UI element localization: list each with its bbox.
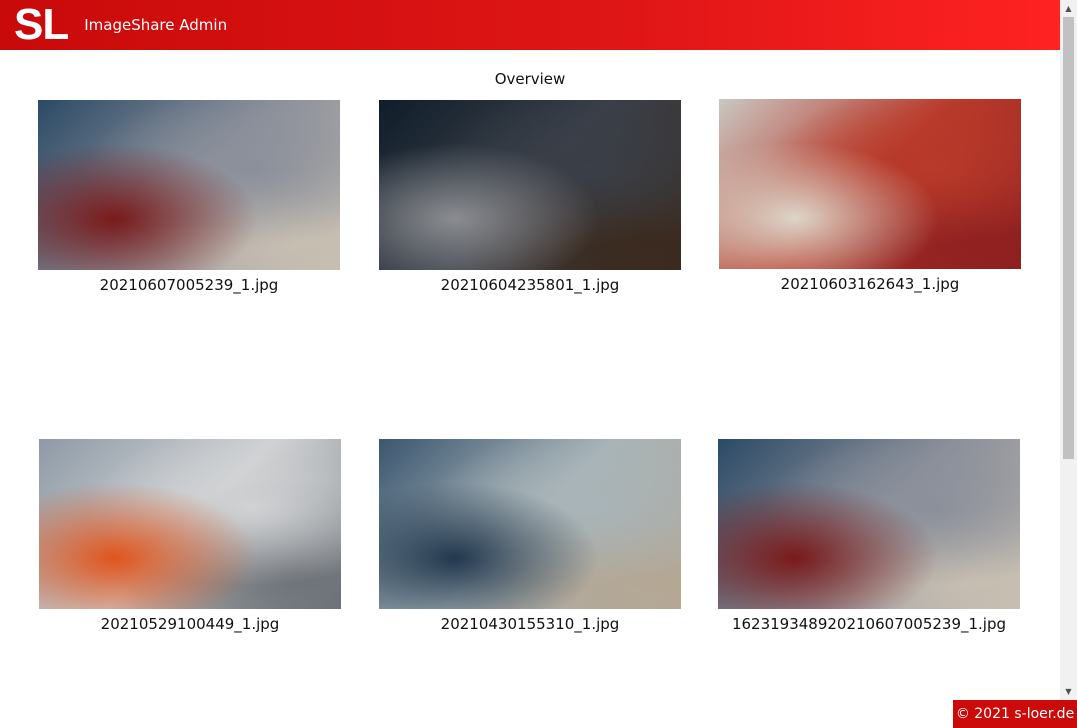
image-thumbnail[interactable] [379,100,681,270]
image-filename[interactable]: 20210604235801_1.jpg [379,276,681,294]
image-thumbnail[interactable] [379,439,681,609]
image-tile[interactable]: 162319348920210607005239_1.jpg [718,439,1020,633]
image-tile[interactable]: 20210529100449_1.jpg [39,439,341,633]
image-filename[interactable]: 20210607005239_1.jpg [38,276,340,294]
image-thumbnail[interactable] [38,100,340,270]
vertical-scrollbar[interactable]: ▲ ▼ [1060,0,1077,700]
image-tile[interactable]: 20210607005239_1.jpg [38,100,340,294]
image-tile[interactable]: 20210603162643_1.jpg [719,99,1021,293]
scroll-up-icon[interactable]: ▲ [1060,0,1077,17]
image-thumbnail[interactable] [719,99,1021,269]
site-logo[interactable]: SL [14,3,69,47]
image-tile[interactable]: 20210604235801_1.jpg [379,100,681,294]
image-filename[interactable]: 162319348920210607005239_1.jpg [718,615,1020,633]
scroll-down-icon[interactable]: ▼ [1060,683,1077,700]
image-filename[interactable]: 20210603162643_1.jpg [719,275,1021,293]
image-thumbnail[interactable] [718,439,1020,609]
image-filename[interactable]: 20210529100449_1.jpg [39,615,341,633]
page-title: Overview [494,70,566,88]
top-header: SL ImageShare Admin [0,0,1060,50]
footer-copyright: © 2021 s-loer.de [953,700,1077,728]
image-tile[interactable]: 20210430155310_1.jpg [379,439,681,633]
scrollbar-thumb[interactable] [1063,17,1074,459]
image-thumbnail[interactable] [39,439,341,609]
image-filename[interactable]: 20210430155310_1.jpg [379,615,681,633]
app-title: ImageShare Admin [84,16,228,34]
